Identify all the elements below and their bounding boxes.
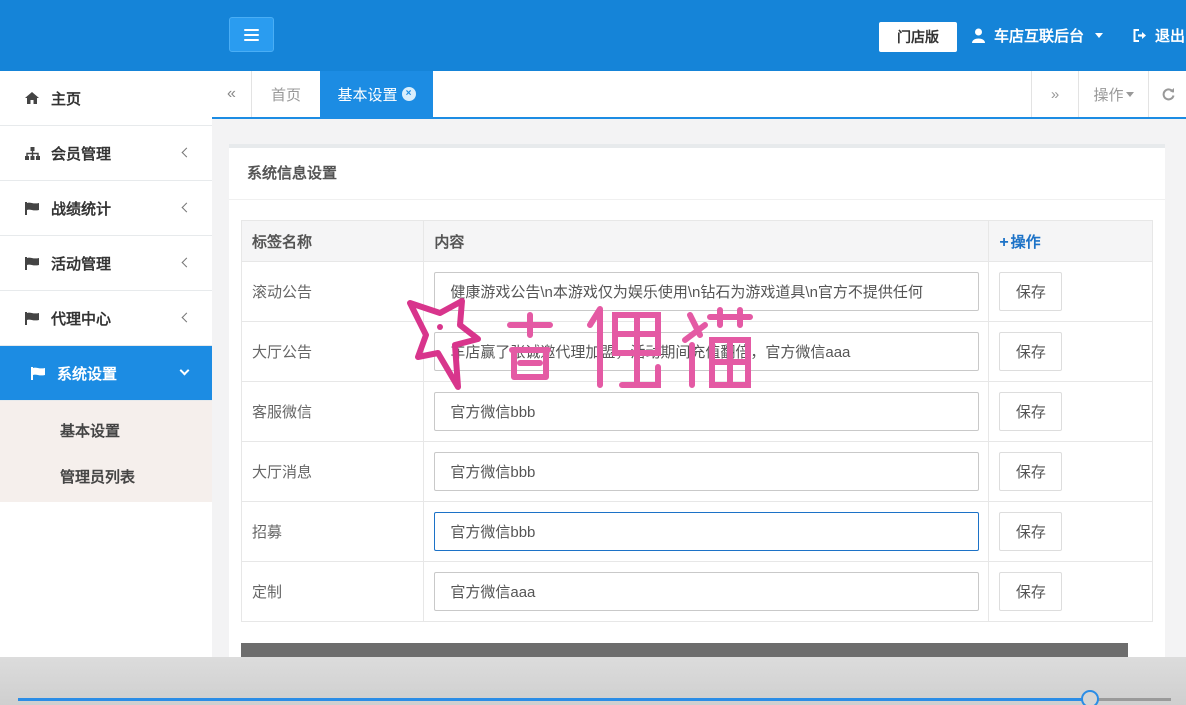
- row-content-cell: [423, 501, 990, 562]
- table-row: 大厅公告 保存: [240, 321, 1153, 382]
- table-row: 客服微信 保存: [240, 381, 1153, 442]
- user-menu-label: 车店互联后台: [994, 28, 1085, 45]
- save-button[interactable]: 保存: [999, 452, 1063, 491]
- sidebar-item-system-settings[interactable]: 系统设置: [0, 346, 212, 401]
- lobby-notice-input[interactable]: [434, 332, 980, 371]
- tabs-scroll-right-button[interactable]: »: [1031, 71, 1078, 117]
- hamburger-icon: [244, 28, 259, 41]
- row-content-cell: [423, 261, 990, 322]
- menu-toggle-button[interactable]: [229, 17, 274, 52]
- save-button[interactable]: 保存: [999, 272, 1063, 311]
- row-content-cell: [423, 321, 990, 382]
- chevron-left-icon: [181, 312, 192, 323]
- scroll-notice-input[interactable]: [434, 272, 980, 311]
- settings-table: 标签名称 内容 +操作 滚动公告 保存 大厅公告 保存: [240, 220, 1153, 622]
- caret-down-icon: [1125, 91, 1134, 97]
- row-label: 招募: [240, 501, 425, 562]
- video-progress-fill: [18, 698, 1090, 701]
- tabs-ops-label: 操作: [1093, 86, 1124, 104]
- row-label: 大厅公告: [240, 321, 425, 382]
- recruit-input[interactable]: [434, 512, 980, 551]
- row-content-cell: [423, 381, 990, 442]
- save-button[interactable]: 保存: [999, 392, 1063, 431]
- table-row: 定制 保存: [240, 561, 1153, 622]
- column-header-actions[interactable]: + 操作: [988, 220, 1153, 262]
- row-action-cell: 保存: [988, 501, 1153, 562]
- plus-icon: +: [999, 233, 1009, 251]
- chevron-left-icon: [181, 257, 192, 268]
- chevron-left-icon: [181, 147, 192, 158]
- save-button[interactable]: 保存: [999, 332, 1063, 371]
- sidebar-item-label: 战绩统计: [51, 200, 112, 218]
- refresh-icon: [1162, 88, 1174, 101]
- user-icon: [972, 28, 985, 43]
- tab-home[interactable]: 首页: [252, 71, 320, 117]
- sidebar-item-label: 代理中心: [51, 310, 112, 328]
- tab-basic-settings[interactable]: 基本设置 ×: [320, 71, 433, 117]
- chevron-down-icon: [179, 365, 190, 376]
- flag-icon: [24, 256, 40, 270]
- row-content-cell: [423, 441, 990, 502]
- row-label: 客服微信: [240, 381, 425, 442]
- video-progress-handle[interactable]: [1081, 690, 1099, 705]
- logout-button[interactable]: 退出: [1133, 25, 1185, 46]
- flag-icon: [24, 311, 40, 325]
- save-button[interactable]: 保存: [999, 512, 1063, 551]
- row-label: 大厅消息: [240, 441, 425, 502]
- sidebar-subitem-basic-settings[interactable]: 基本设置: [0, 407, 212, 453]
- row-action-cell: 保存: [988, 561, 1153, 622]
- tab-label: 基本设置: [337, 86, 398, 104]
- home-icon: [24, 91, 40, 105]
- row-action-cell: 保存: [988, 261, 1153, 322]
- chevron-left-icon: [181, 202, 192, 213]
- lobby-message-input[interactable]: [434, 452, 980, 491]
- row-action-cell: 保存: [988, 321, 1153, 382]
- refresh-button[interactable]: [1148, 71, 1186, 117]
- tabs-bar: « 首页 基本设置 × » 操作: [212, 71, 1186, 119]
- sidebar-item-activities[interactable]: 活动管理: [0, 236, 212, 291]
- top-header: 门店版 车店互联后台 退出: [0, 0, 1186, 71]
- table-row: 滚动公告 保存: [240, 261, 1153, 322]
- tab-label: 首页: [270, 86, 301, 104]
- sidebar-item-home[interactable]: 主页: [0, 71, 212, 126]
- close-icon[interactable]: ×: [401, 87, 416, 101]
- save-button[interactable]: 保存: [999, 572, 1063, 611]
- custom-input[interactable]: [434, 572, 980, 611]
- table-header-row: 标签名称 内容 + 操作: [240, 220, 1153, 262]
- sitemap-icon: [24, 146, 40, 160]
- caret-down-icon: [1095, 33, 1104, 38]
- sidebar-item-stats[interactable]: 战绩统计: [0, 181, 212, 236]
- sidebar-item-agents[interactable]: 代理中心: [0, 291, 212, 346]
- tabs-scroll-left-button[interactable]: «: [212, 71, 252, 117]
- sign-out-icon: [1133, 29, 1146, 42]
- flag-icon: [30, 366, 46, 380]
- column-header-label: 标签名称: [240, 220, 425, 262]
- row-label: 定制: [240, 561, 425, 622]
- table-row: 招募 保存: [240, 501, 1153, 562]
- support-wechat-input[interactable]: [434, 392, 980, 431]
- row-action-cell: 保存: [988, 441, 1153, 502]
- edition-button[interactable]: 门店版: [879, 22, 957, 52]
- sidebar-subitem-admin-list[interactable]: 管理员列表: [0, 453, 212, 499]
- sidebar-item-members[interactable]: 会员管理: [0, 126, 212, 181]
- table-row: 大厅消息 保存: [240, 441, 1153, 502]
- tabs-ops-dropdown[interactable]: 操作: [1078, 71, 1148, 117]
- sidebar-item-label: 系统设置: [57, 365, 118, 383]
- row-action-cell: 保存: [988, 381, 1153, 442]
- add-row-label: 操作: [1010, 233, 1041, 251]
- sidebar-item-label: 主页: [51, 90, 82, 108]
- sidebar-item-label: 会员管理: [51, 145, 112, 163]
- column-header-content: 内容: [423, 220, 990, 262]
- row-content-cell: [423, 561, 990, 622]
- main-content: 系统信息设置 标签名称 内容 +操作 滚动公告 保存 大厅公告: [212, 121, 1186, 664]
- sidebar-item-label: 活动管理: [51, 255, 112, 273]
- row-label: 滚动公告: [240, 261, 425, 322]
- logout-label: 退出: [1155, 28, 1186, 45]
- sidebar: 主页 会员管理 战绩统计 活动管理 代理中心 系统设置 基本设置 管理员列表: [0, 71, 212, 705]
- sidebar-submenu: 基本设置 管理员列表: [0, 401, 212, 502]
- user-menu[interactable]: 车店互联后台: [972, 25, 1104, 46]
- settings-panel: 系统信息设置 标签名称 内容 +操作 滚动公告 保存 大厅公告: [229, 144, 1165, 664]
- panel-title: 系统信息设置: [229, 148, 1165, 200]
- flag-icon: [24, 201, 40, 215]
